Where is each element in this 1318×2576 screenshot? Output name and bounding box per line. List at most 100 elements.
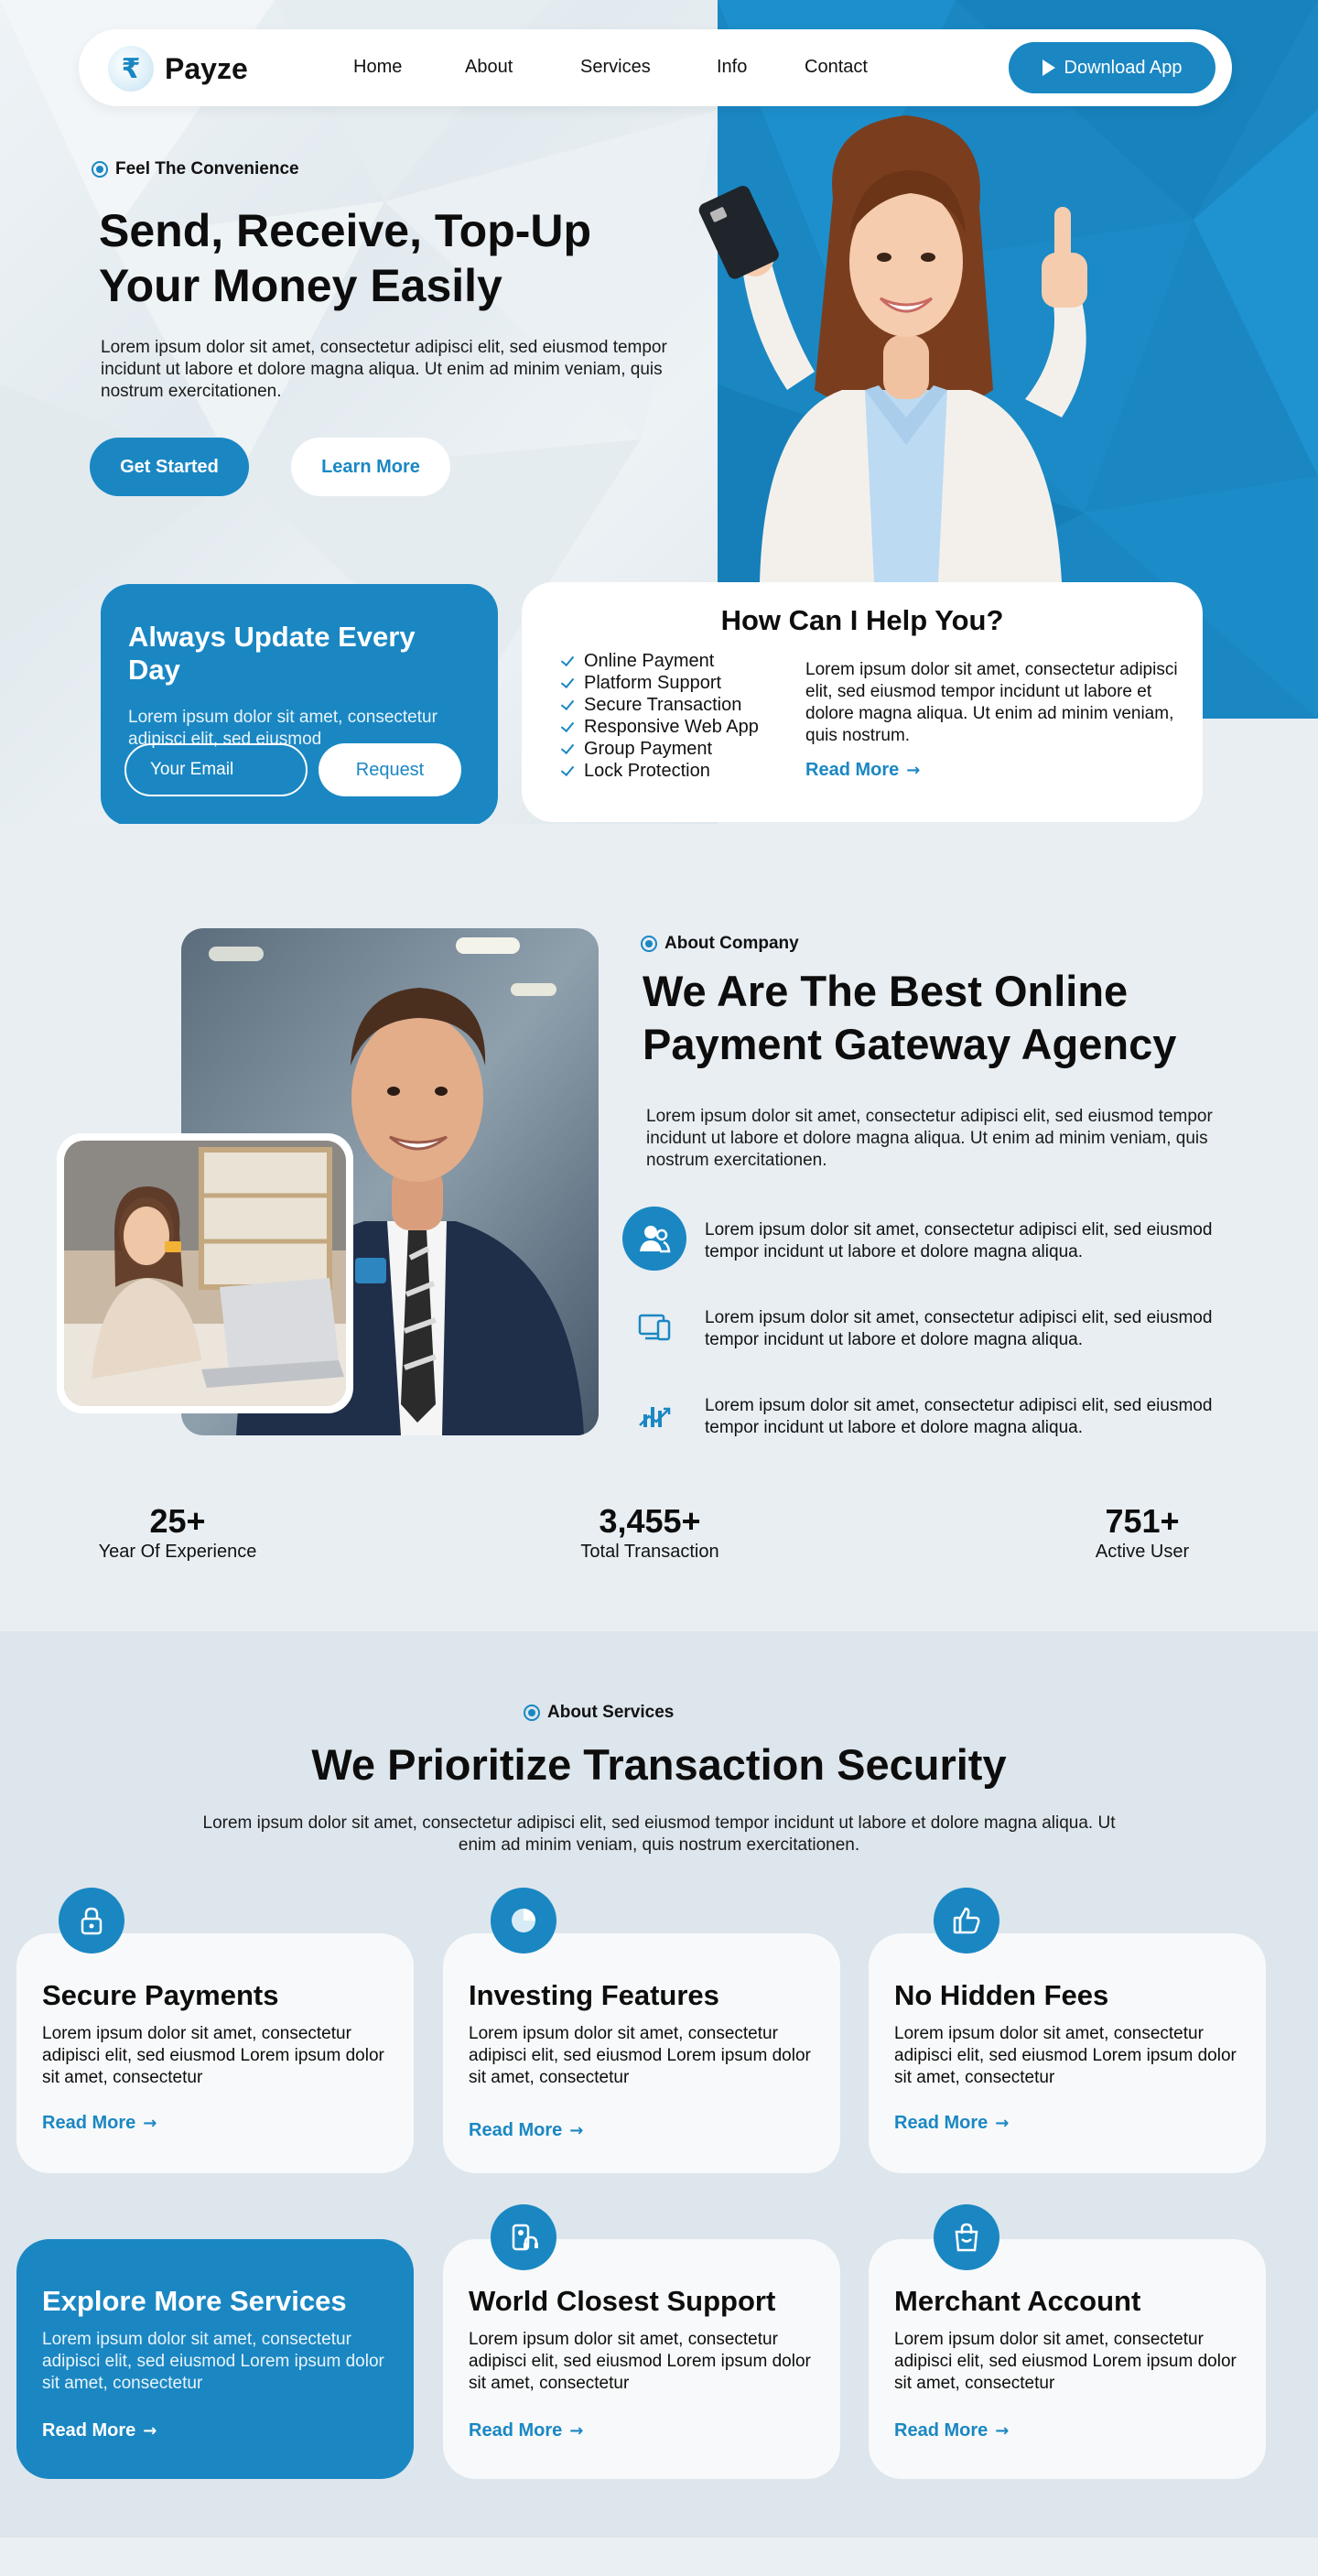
hero-eyebrow-text: Feel The Convenience bbox=[115, 159, 299, 179]
hero-title: Send, Receive, Top-Up Your Money Easily bbox=[99, 205, 592, 311]
help-list-item: Responsive Web App bbox=[560, 716, 759, 738]
nav-link-services[interactable]: Services bbox=[580, 57, 651, 78]
service-card-investing-features: Investing Features Lorem ipsum dolor sit… bbox=[443, 1933, 840, 2173]
nav-link-info[interactable]: Info bbox=[717, 57, 747, 78]
email-input[interactable] bbox=[124, 743, 308, 796]
service-title: No Hidden Fees bbox=[894, 1979, 1109, 2011]
shopping-bag-icon bbox=[934, 2204, 999, 2270]
arrow-right-icon: → bbox=[569, 2121, 584, 2140]
nav-link-about[interactable]: About bbox=[465, 57, 513, 78]
check-icon bbox=[560, 654, 575, 668]
newsletter-title: Always Update Every Day bbox=[128, 621, 416, 686]
bullet-dot-icon bbox=[641, 936, 657, 952]
woman-laptop-photo bbox=[64, 1141, 346, 1406]
service-read-more-link[interactable]: Read More → bbox=[42, 2420, 157, 2441]
service-read-more-link[interactable]: Read More → bbox=[42, 2113, 157, 2134]
services-eyebrow: About Services bbox=[524, 1703, 674, 1723]
devices-icon bbox=[622, 1294, 686, 1358]
service-description: Lorem ipsum dolor sit amet, consectetur … bbox=[42, 2330, 384, 2393]
service-card-explore-more[interactable]: Explore More Services Lorem ipsum dolor … bbox=[16, 2239, 414, 2479]
help-item-label: Platform Support bbox=[584, 673, 722, 693]
service-title: Merchant Account bbox=[894, 2285, 1141, 2317]
help-item-label: Secure Transaction bbox=[584, 695, 742, 715]
stat-value: 3,455+ bbox=[599, 1502, 701, 1540]
help-list-item: Online Payment bbox=[560, 650, 759, 672]
help-read-more-link[interactable]: Read More → bbox=[805, 760, 920, 781]
request-button[interactable]: Request bbox=[319, 743, 461, 796]
service-description: Lorem ipsum dolor sit amet, consectetur … bbox=[894, 2330, 1237, 2393]
read-more-label: Read More bbox=[805, 760, 900, 780]
learn-more-button[interactable]: Learn More bbox=[291, 438, 450, 496]
service-card-world-closest-support: World Closest Support Lorem ipsum dolor … bbox=[443, 2239, 840, 2479]
about-feature-text: Lorem ipsum dolor sit amet, consectetur … bbox=[705, 1308, 1213, 1349]
arrow-right-icon: → bbox=[906, 761, 921, 780]
help-title: How Can I Help You? bbox=[720, 604, 1004, 636]
check-icon bbox=[560, 763, 575, 778]
download-app-label: Download App bbox=[1064, 57, 1183, 78]
service-title: Secure Payments bbox=[42, 1979, 279, 2011]
about-feature-text: Lorem ipsum dolor sit amet, consectetur … bbox=[705, 1220, 1213, 1261]
help-description: Lorem ipsum dolor sit amet, consectetur … bbox=[805, 660, 1178, 745]
service-title: Explore More Services bbox=[42, 2285, 347, 2317]
hero-description: Lorem ipsum dolor sit amet, consectetur … bbox=[101, 338, 667, 401]
services-description: Lorem ipsum dolor sit amet, consectetur … bbox=[202, 1813, 1116, 1855]
service-card-merchant-account: Merchant Account Lorem ipsum dolor sit a… bbox=[869, 2239, 1266, 2479]
service-read-more-link[interactable]: Read More → bbox=[469, 2120, 583, 2141]
help-item-label: Online Payment bbox=[584, 651, 715, 671]
services-title: We Prioritize Transaction Security bbox=[311, 1740, 1007, 1789]
help-feature-list: Online Payment Platform Support Secure T… bbox=[560, 650, 759, 782]
lock-icon bbox=[59, 1888, 124, 1954]
woman-laptop-photo-frame bbox=[57, 1133, 353, 1413]
services-section: About Services We Prioritize Transaction… bbox=[0, 1631, 1318, 2538]
arrow-right-icon: → bbox=[995, 2114, 1010, 2133]
user-group-icon bbox=[622, 1207, 686, 1271]
footer-strip bbox=[0, 2538, 1318, 2576]
service-read-more-link[interactable]: Read More → bbox=[469, 2420, 583, 2441]
arrow-right-icon: → bbox=[143, 2421, 157, 2441]
stat-label: Year Of Experience bbox=[98, 1542, 257, 1562]
about-section: About Company We Are The Best Online Pay… bbox=[0, 824, 1318, 1631]
check-icon bbox=[560, 698, 575, 712]
service-description: Lorem ipsum dolor sit amet, consectetur … bbox=[42, 2024, 384, 2087]
arrow-right-icon: → bbox=[569, 2421, 584, 2441]
about-feature-item: Lorem ipsum dolor sit amet, consectetur … bbox=[622, 1207, 1226, 1272]
read-more-label: Read More bbox=[894, 2113, 988, 2133]
about-eyebrow-text: About Company bbox=[664, 934, 799, 953]
services-eyebrow-text: About Services bbox=[547, 1703, 675, 1722]
download-app-button[interactable]: Download App bbox=[1009, 42, 1215, 93]
hero-eyebrow: Feel The Convenience bbox=[92, 159, 299, 179]
get-started-button[interactable]: Get Started bbox=[90, 438, 249, 496]
about-feature-item: Lorem ipsum dolor sit amet, consectetur … bbox=[622, 1382, 1226, 1448]
logo[interactable]: ₹ Payze bbox=[108, 46, 248, 92]
service-read-more-link[interactable]: Read More → bbox=[894, 2113, 1009, 2134]
rupee-logo-icon: ₹ bbox=[108, 46, 154, 92]
stat-label: Active User bbox=[1095, 1542, 1190, 1562]
read-more-label: Read More bbox=[469, 2420, 563, 2441]
woman-laptop-image bbox=[64, 1141, 346, 1406]
bullet-dot-icon bbox=[524, 1705, 540, 1721]
stat-experience: 25+ Year Of Experience bbox=[88, 1503, 267, 1563]
help-list-item: Secure Transaction bbox=[560, 694, 759, 716]
service-title: Investing Features bbox=[469, 1979, 719, 2011]
check-icon bbox=[560, 720, 575, 734]
growth-chart-icon bbox=[622, 1382, 686, 1446]
stat-active-users: 751+ Active User bbox=[1080, 1503, 1205, 1563]
arrow-right-icon: → bbox=[143, 2114, 157, 2133]
about-feature-item: Lorem ipsum dolor sit amet, consectetur … bbox=[622, 1294, 1226, 1360]
hero-woman-image bbox=[698, 115, 1087, 582]
check-icon bbox=[560, 741, 575, 756]
read-more-label: Read More bbox=[894, 2420, 988, 2441]
about-description: Lorem ipsum dolor sit amet, consectetur … bbox=[646, 1107, 1213, 1170]
stat-value: 25+ bbox=[149, 1502, 206, 1540]
stat-value: 751+ bbox=[1105, 1502, 1180, 1540]
play-icon bbox=[1042, 60, 1055, 76]
stat-label: Total Transaction bbox=[580, 1542, 719, 1562]
help-item-label: Responsive Web App bbox=[584, 717, 759, 737]
read-more-label: Read More bbox=[42, 2113, 136, 2133]
service-read-more-link[interactable]: Read More → bbox=[894, 2420, 1009, 2441]
stat-transactions: 3,455+ Total Transaction bbox=[558, 1503, 741, 1563]
nav-link-contact[interactable]: Contact bbox=[805, 57, 868, 78]
service-description: Lorem ipsum dolor sit amet, consectetur … bbox=[469, 2024, 811, 2087]
help-list-item: Group Payment bbox=[560, 738, 759, 760]
nav-link-home[interactable]: Home bbox=[353, 57, 402, 78]
